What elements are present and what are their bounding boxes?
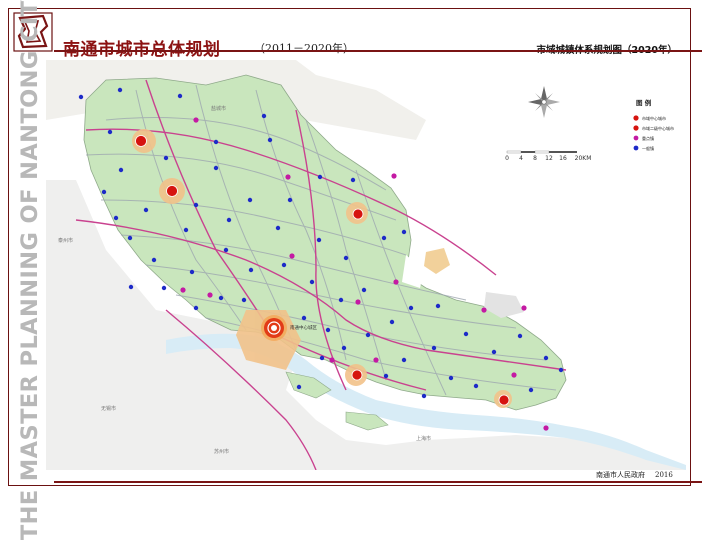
legend-label-secondary-city: 市域二级中心城市 [642, 125, 674, 131]
scale-label-20km: 20KM [575, 155, 592, 162]
footer-org: 南通市人民政府 [596, 471, 645, 479]
label-wuxi: 无锡市 [101, 405, 116, 412]
label-taizhou: 泰州市 [58, 237, 73, 244]
footer: 南通市人民政府 2016 [596, 470, 673, 480]
scale-label-16: 16 [559, 155, 567, 162]
label-shanghai: 上海市 [416, 435, 431, 442]
header: 南通市城市总体规划 （2011－2020年） 市域城镇体系规划图（2020年） [9, 9, 690, 60]
legend-label-general-town: 一般镇 [642, 145, 654, 151]
scale-label-0: 0 [505, 155, 509, 162]
label-yancheng: 盐城市 [211, 105, 226, 112]
label-center-city: 南通中心城区 [290, 324, 317, 331]
scale-label-4: 4 [519, 155, 523, 162]
central-city-marker [261, 315, 287, 341]
legend-item-key-town: 重点镇 [633, 135, 654, 141]
legend-label-key-town: 重点镇 [642, 135, 654, 141]
legend-label-center-city: 市域中心城市 [642, 115, 666, 121]
side-banner-text: THE MASTER PLANNING OF NANTONG CITY [17, 0, 43, 540]
page-title: 南通市城市总体规划 [63, 40, 221, 60]
footer-year: 2016 [655, 471, 673, 479]
map-title: 市域城镇体系规划图（2020年） [537, 42, 677, 56]
scale-label-12: 12 [545, 155, 553, 162]
side-banner: THE MASTER PLANNING OF NANTONG CITY [12, 0, 48, 540]
legend-item-general-town: 一般镇 [633, 145, 654, 151]
footer-rule [54, 481, 702, 483]
plan-period: （2011－2020年） [254, 42, 354, 55]
legend-title: 图 例 [636, 98, 652, 107]
header-rule [54, 50, 702, 52]
label-suzhou: 苏州市 [214, 448, 229, 455]
map-canvas: 盐城市 泰州市 无锡市 苏州市 上海市 南通中心城区 0 4 8 12 16 2… [46, 60, 686, 470]
scale-label-8: 8 [533, 155, 537, 162]
